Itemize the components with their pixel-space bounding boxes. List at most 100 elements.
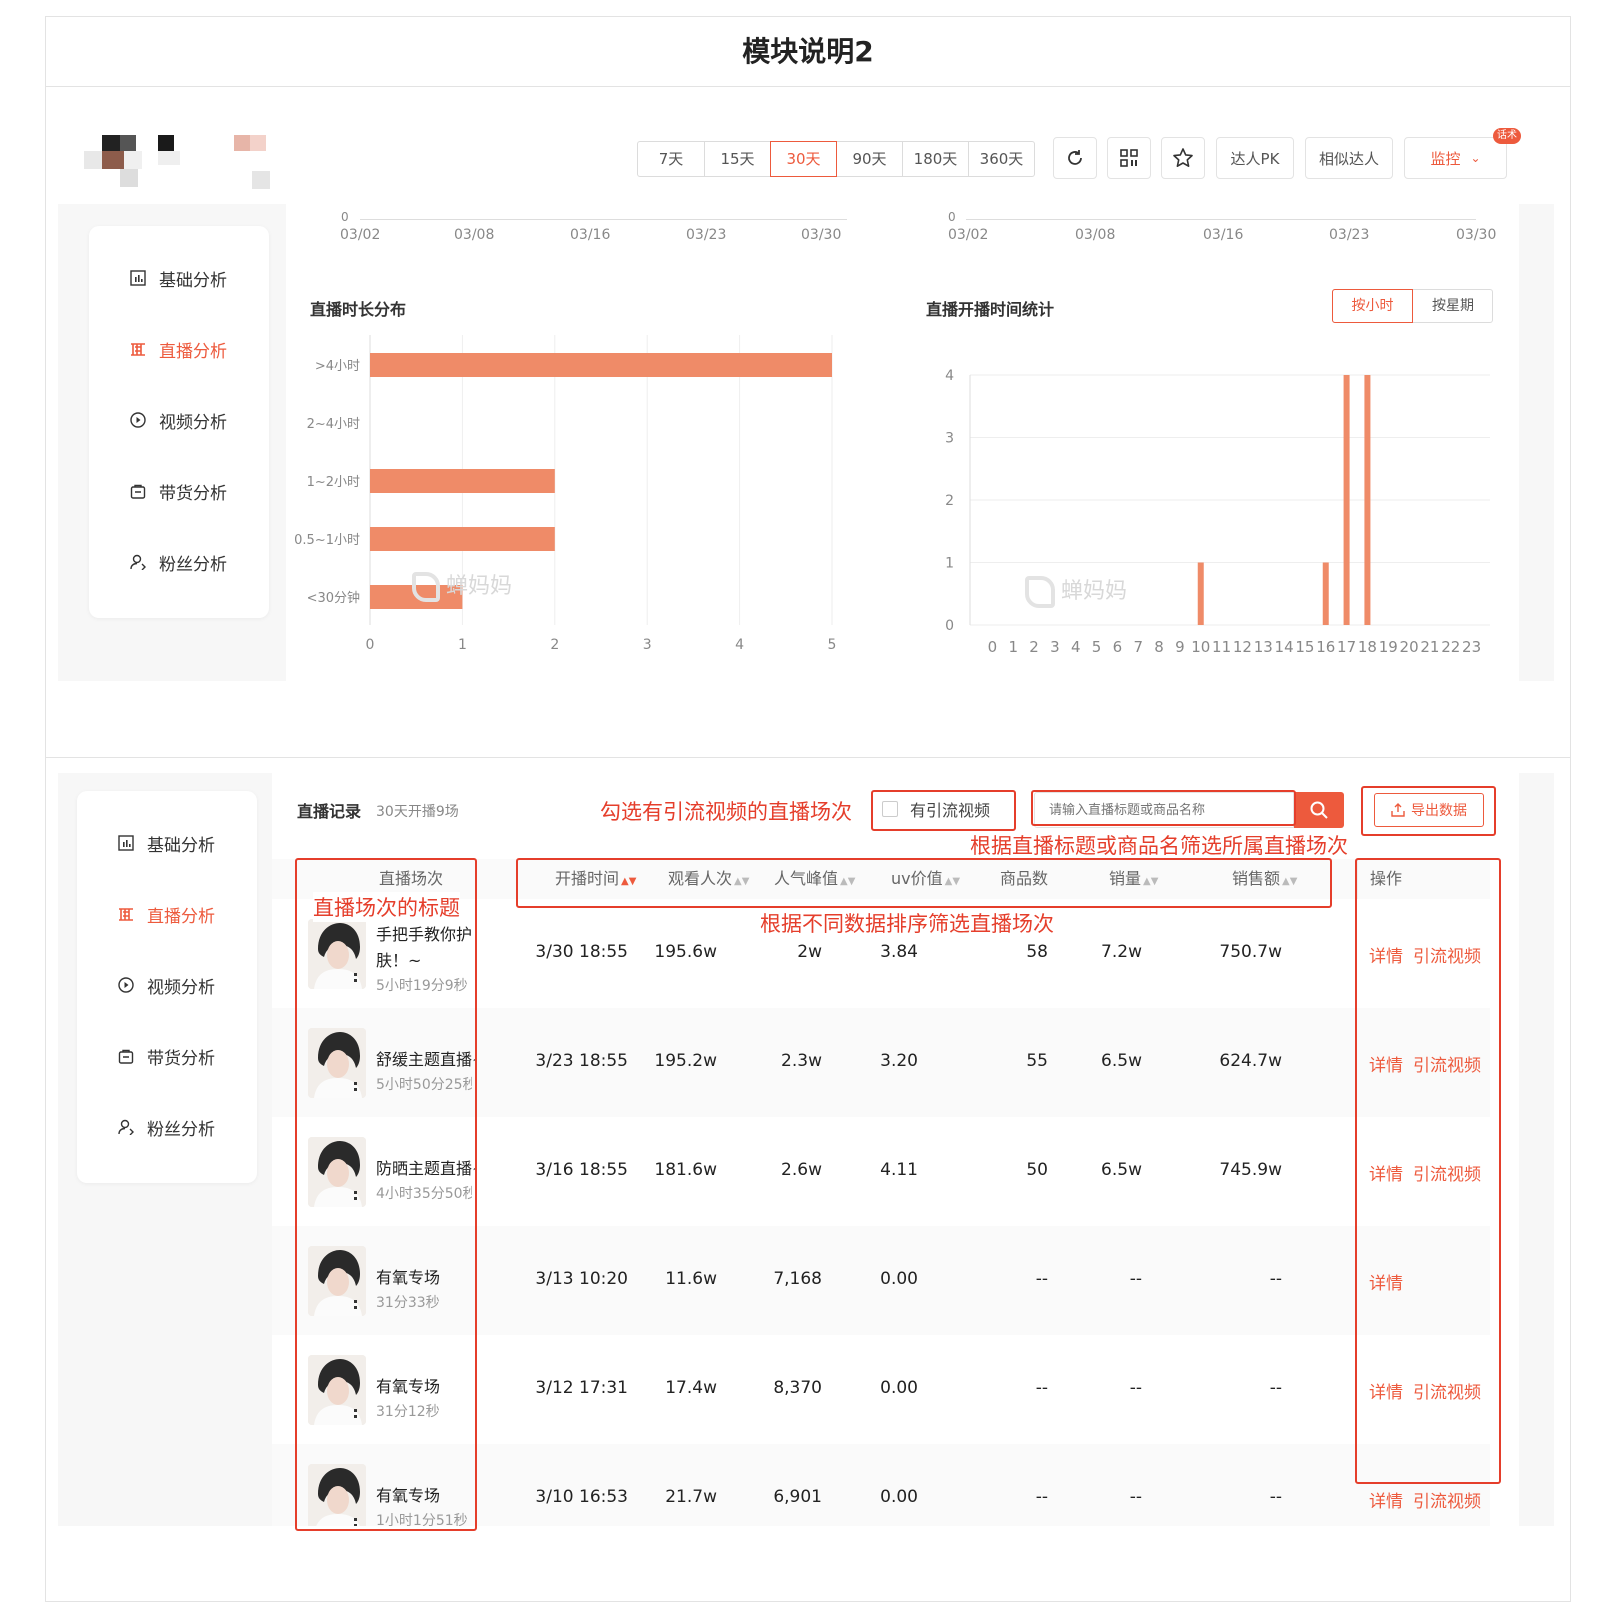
similar-label: 相似达人 xyxy=(1318,149,1379,168)
sidebar-item-video[interactable]: 视频分析 xyxy=(117,970,297,1000)
cell-revenue: 745.9w xyxy=(1219,1160,1282,1180)
search-icon xyxy=(1310,801,1328,819)
starttime-chart-title: 直播开播时间统计 xyxy=(926,300,1055,319)
x-tick-label: 7 xyxy=(1133,638,1143,656)
cell-uv: 0.00 xyxy=(880,1487,918,1507)
x-tick-label: 16 xyxy=(1316,638,1335,656)
favorite-button[interactable] xyxy=(1161,137,1205,179)
play-icon xyxy=(117,976,135,994)
watermark: 蝉妈妈 xyxy=(412,568,512,602)
cell-viewers: 195.6w xyxy=(654,942,717,962)
day-90-button[interactable]: 90天 xyxy=(836,141,903,177)
search-button[interactable] xyxy=(1294,792,1344,828)
sidebar-2: 基础分析 直播分析 视频分析 带货分析 粉丝分析 xyxy=(77,791,257,1183)
y-tick-label: 0 xyxy=(945,618,954,634)
day-360-button[interactable]: 360天 xyxy=(968,141,1035,177)
top-right-date: 03/08 xyxy=(1075,227,1116,243)
day-7-button[interactable]: 7天 xyxy=(637,141,705,177)
top-right-date: 03/02 xyxy=(948,227,989,243)
top-left-date: 03/02 xyxy=(340,227,381,243)
sidebar-item-live[interactable]: 直播分析 xyxy=(117,899,297,929)
x-tick-label: 2 xyxy=(1029,638,1039,656)
y-tick-label: 4 xyxy=(945,368,954,384)
x-tick-label: 6 xyxy=(1113,638,1123,656)
monitor-button[interactable]: 监控 ⌄ xyxy=(1404,137,1507,179)
watermark: 蝉妈妈 xyxy=(1025,573,1127,608)
annotation-filter-box xyxy=(871,790,1016,831)
live-icon xyxy=(117,905,135,923)
x-tick-label: 5 xyxy=(1092,638,1102,656)
cell-uv: 4.11 xyxy=(880,1160,918,1180)
monitor-badge: 话术 xyxy=(1493,128,1521,144)
y-tick-label: 1 xyxy=(945,556,954,572)
cell-goods: 55 xyxy=(1026,1051,1048,1071)
sidebar-item-goods[interactable]: 带货分析 xyxy=(129,476,309,506)
annotation-sort: 根据不同数据排序筛选直播场次 xyxy=(760,912,1054,936)
x-tick-label: 18 xyxy=(1358,638,1377,656)
sidebar-item-live[interactable]: 直播分析 xyxy=(129,334,309,364)
sidebar-item-goods[interactable]: 带货分析 xyxy=(117,1041,297,1071)
sidebar-item-label: 粉丝分析 xyxy=(159,554,227,575)
sidebar-item-basic[interactable]: 基础分析 xyxy=(117,828,297,858)
cell-sales: -- xyxy=(1129,1378,1142,1398)
x-tick-label: 20 xyxy=(1400,638,1419,656)
x-tick-label: 3 xyxy=(1050,638,1060,656)
top-left-zero: 0 xyxy=(341,210,349,224)
cell-goods: 58 xyxy=(1026,942,1048,962)
x-tick-label: 9 xyxy=(1175,638,1185,656)
cell-peak: 6,901 xyxy=(773,1487,822,1507)
y-tick-label: 3 xyxy=(945,431,954,447)
lead-video-link[interactable]: 引流视频 xyxy=(1413,1487,1481,1512)
top-right-date: 03/23 xyxy=(1329,227,1370,243)
page-title: 模块说明2 xyxy=(742,35,874,68)
toggle-week-button[interactable]: 按星期 xyxy=(1413,290,1493,322)
day-15-button[interactable]: 15天 xyxy=(704,141,771,177)
sidebar-item-basic[interactable]: 基础分析 xyxy=(129,263,309,293)
x-tick-label: 10 xyxy=(1191,638,1210,656)
refresh-button[interactable] xyxy=(1053,137,1097,179)
qrcode-button[interactable] xyxy=(1107,137,1151,179)
detail-link[interactable]: 详情 xyxy=(1369,1487,1403,1512)
x-tick-label: 21 xyxy=(1420,638,1439,656)
duration-chart-title: 直播时长分布 xyxy=(310,300,407,319)
cell-uv: 0.00 xyxy=(880,1269,918,1289)
x-tick-label: 14 xyxy=(1275,638,1294,656)
sidebar-item-fans[interactable]: 粉丝分析 xyxy=(129,547,309,577)
cell-uv: 3.84 xyxy=(880,942,918,962)
sidebar-item-fans[interactable]: 粉丝分析 xyxy=(117,1112,297,1142)
top-right-date: 03/30 xyxy=(1456,227,1497,243)
watermark-logo-icon xyxy=(412,572,440,602)
cell-viewers: 21.7w xyxy=(665,1487,717,1507)
x-tick-label: 5 xyxy=(828,637,837,653)
bag-icon xyxy=(129,482,147,500)
similar-button[interactable]: 相似达人 xyxy=(1305,137,1393,179)
annotation-ops-box xyxy=(1355,858,1501,1484)
sidebar-item-label: 基础分析 xyxy=(147,835,215,856)
sidebar-item-video[interactable]: 视频分析 xyxy=(129,405,309,435)
annotation-title: 直播场次的标题 xyxy=(313,892,460,922)
day-180-button[interactable]: 180天 xyxy=(902,141,969,177)
annotation-title-box xyxy=(295,858,477,1531)
cell-viewers: 17.4w xyxy=(665,1378,717,1398)
day-30-button[interactable]: 30天 xyxy=(770,141,837,177)
pk-button[interactable]: 达人PK xyxy=(1216,137,1294,179)
x-tick-label: 3 xyxy=(643,637,652,653)
x-tick-label: 2 xyxy=(550,637,559,653)
refresh-icon xyxy=(1068,150,1082,165)
bar xyxy=(1322,562,1329,625)
cell-goods: -- xyxy=(1035,1487,1048,1507)
qrcode-icon xyxy=(1120,149,1138,167)
annotation-search: 根据直播标题或商品名筛选所属直播场次 xyxy=(970,834,1348,858)
cell-uv: 0.00 xyxy=(880,1378,918,1398)
cell-goods: -- xyxy=(1035,1269,1048,1289)
sidebar-item-label: 视频分析 xyxy=(147,977,215,998)
live-icon xyxy=(129,340,147,358)
cell-start-time: 3/10 16:53 xyxy=(535,1487,628,1507)
sidebar-item-label: 直播分析 xyxy=(159,341,227,362)
profile-avatar-blurred xyxy=(84,133,274,193)
annotation-sort-box xyxy=(516,858,1332,908)
toggle-hour-button[interactable]: 按小时 xyxy=(1332,289,1413,323)
cell-revenue: 624.7w xyxy=(1219,1051,1282,1071)
x-tick-label: 15 xyxy=(1295,638,1314,656)
bar xyxy=(1343,375,1350,625)
